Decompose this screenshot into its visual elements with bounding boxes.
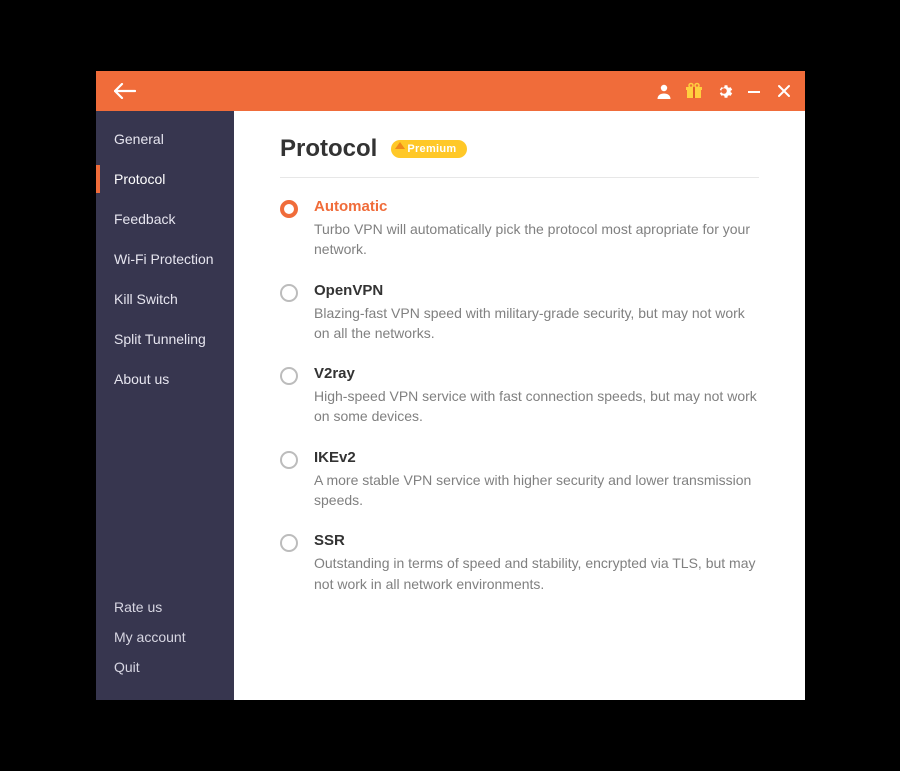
protocol-option-openvpn[interactable]: OpenVPN Blazing-fast VPN speed with milit… — [280, 282, 759, 344]
page-header: Protocol Premium — [280, 135, 759, 178]
settings-button[interactable] — [709, 71, 739, 111]
minimize-icon — [747, 84, 761, 98]
sidebar-item-split-tunneling[interactable]: Split Tunneling — [96, 319, 234, 359]
radio-icon — [280, 284, 298, 302]
person-icon — [655, 82, 673, 100]
sidebar-item-kill-switch[interactable]: Kill Switch — [96, 279, 234, 319]
sidebar-item-label: Split Tunneling — [114, 331, 206, 347]
sidebar-item-label: Feedback — [114, 211, 175, 227]
sidebar-item-feedback[interactable]: Feedback — [96, 199, 234, 239]
sidebar-bottom-rate-us[interactable]: Rate us — [96, 592, 234, 622]
sidebar-bottom: Rate us My account Quit — [96, 592, 234, 700]
sidebar-item-about-us[interactable]: About us — [96, 359, 234, 399]
protocol-option-v2ray[interactable]: V2ray High-speed VPN service with fast co… — [280, 365, 759, 427]
content-area: Protocol Premium Automatic Turbo VPN will… — [234, 111, 805, 700]
option-title: SSR — [314, 532, 759, 549]
page-title: Protocol — [280, 135, 377, 163]
titlebar — [96, 71, 805, 111]
sidebar-item-label: Kill Switch — [114, 291, 178, 307]
option-description: High-speed VPN service with fast connect… — [314, 386, 759, 427]
gear-icon — [715, 82, 733, 100]
sidebar-item-label: Wi-Fi Protection — [114, 251, 214, 267]
sidebar-bottom-label: Rate us — [114, 599, 162, 615]
gift-icon — [685, 82, 703, 100]
protocol-option-ikev2[interactable]: IKEv2 A more stable VPN service with high… — [280, 449, 759, 511]
radio-icon — [280, 451, 298, 469]
sidebar-item-label: About us — [114, 371, 169, 387]
protocol-option-automatic[interactable]: Automatic Turbo VPN will automatically pi… — [280, 198, 759, 260]
back-button[interactable] — [114, 83, 136, 99]
option-title: OpenVPN — [314, 282, 759, 299]
close-icon — [777, 84, 791, 98]
minimize-button[interactable] — [739, 71, 769, 111]
close-button[interactable] — [769, 71, 799, 111]
option-description: Blazing-fast VPN speed with military-gra… — [314, 303, 759, 344]
sidebar: General Protocol Feedback Wi-Fi Protection K… — [96, 111, 234, 700]
sidebar-item-label: Protocol — [114, 171, 165, 187]
account-button[interactable] — [649, 71, 679, 111]
sidebar-item-label: General — [114, 131, 164, 147]
option-title: V2ray — [314, 365, 759, 382]
sidebar-bottom-quit[interactable]: Quit — [96, 652, 234, 682]
radio-icon — [280, 367, 298, 385]
arrow-left-icon — [114, 83, 136, 99]
option-title: IKEv2 — [314, 449, 759, 466]
option-description: Turbo VPN will automatically pick the pr… — [314, 219, 759, 260]
sidebar-item-general[interactable]: General — [96, 119, 234, 159]
protocol-option-ssr[interactable]: SSR Outstanding in terms of speed and sta… — [280, 532, 759, 594]
sidebar-bottom-my-account[interactable]: My account — [96, 622, 234, 652]
sidebar-bottom-label: My account — [114, 629, 186, 645]
app-window: General Protocol Feedback Wi-Fi Protection K… — [96, 71, 805, 700]
radio-icon — [280, 200, 298, 218]
sidebar-nav: General Protocol Feedback Wi-Fi Protection K… — [96, 111, 234, 399]
protocol-options: Automatic Turbo VPN will automatically pi… — [280, 198, 759, 594]
sidebar-item-wi-fi-protection[interactable]: Wi-Fi Protection — [96, 239, 234, 279]
option-description: A more stable VPN service with higher se… — [314, 470, 759, 511]
sidebar-bottom-label: Quit — [114, 659, 140, 675]
premium-badge: Premium — [391, 140, 466, 158]
sidebar-item-protocol[interactable]: Protocol — [96, 159, 234, 199]
option-description: Outstanding in terms of speed and stabil… — [314, 553, 759, 594]
option-title: Automatic — [314, 198, 759, 215]
radio-icon — [280, 534, 298, 552]
gift-button[interactable] — [679, 71, 709, 111]
